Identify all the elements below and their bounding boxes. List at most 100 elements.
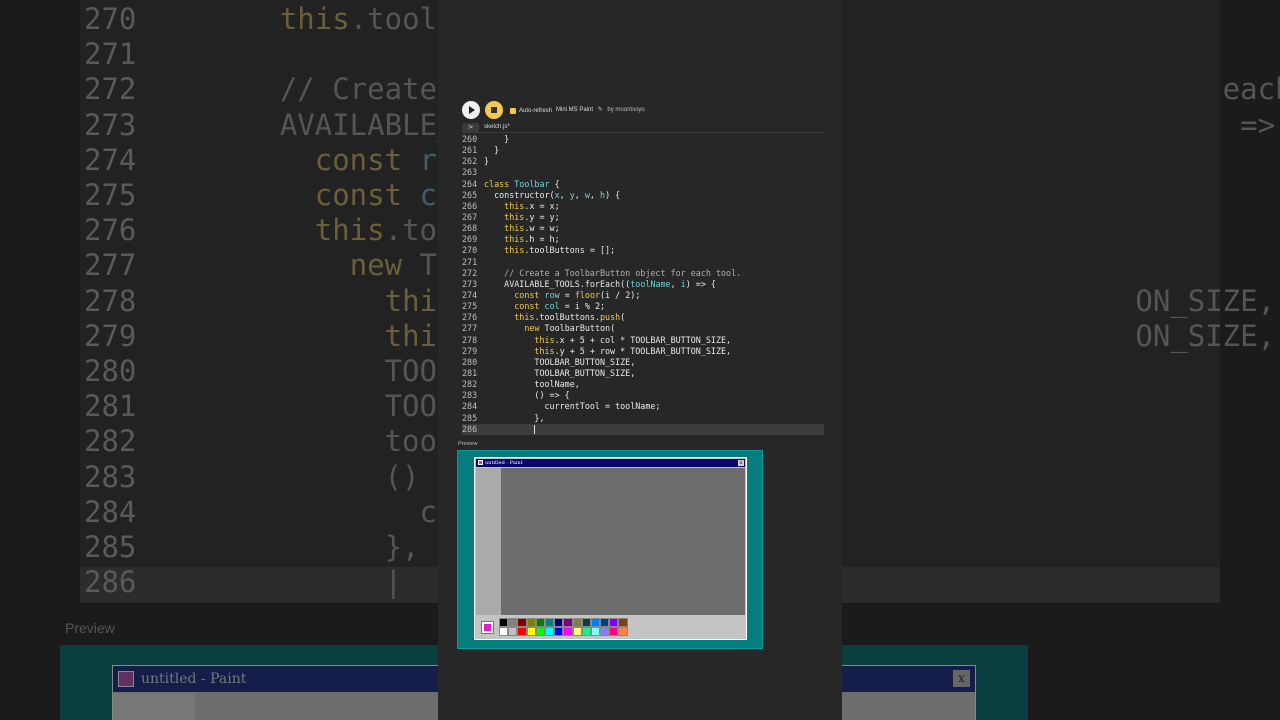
code-line[interactable]: 262} [462, 156, 824, 167]
play-button[interactable] [462, 101, 480, 119]
code-line[interactable]: 267 this.y = y; [462, 212, 824, 223]
color-swatch[interactable] [609, 626, 619, 636]
code-text: new ToolbarButton( [524, 323, 616, 334]
pencil-icon[interactable]: ✎ [598, 106, 603, 113]
color-swatch[interactable] [544, 626, 555, 636]
code-line[interactable]: 266 this.x = x; [462, 201, 824, 212]
sketch-author: by moontsoyo [607, 107, 645, 113]
color-swatch[interactable] [590, 618, 601, 627]
background-line-number: 271 [84, 37, 137, 72]
code-line[interactable]: 275 const col = i % 2; [462, 301, 824, 312]
color-swatch[interactable] [572, 618, 582, 627]
code-line[interactable]: 284 currentTool = toolName; [462, 401, 824, 412]
color-swatch[interactable] [609, 618, 619, 627]
auto-refresh-checkbox[interactable] [510, 108, 516, 114]
code-text: } [484, 156, 490, 167]
code-line[interactable]: 271 [462, 257, 824, 268]
color-swatch[interactable] [499, 626, 509, 636]
color-swatch[interactable] [526, 626, 536, 636]
code-line[interactable]: 264 class Toolbar { [462, 179, 824, 190]
line-number: 275 [462, 301, 478, 312]
code-line[interactable]: 285 }, [462, 413, 824, 424]
line-number: 285 [462, 412, 478, 423]
line-number: 265 [462, 189, 478, 200]
code-line[interactable]: 273 AVAILABLE_TOOLS.forEach((toolName, i… [462, 279, 824, 290]
code-line[interactable]: 282 toolName, [462, 379, 824, 390]
code-line[interactable]: 261 } [462, 145, 824, 156]
paint-titlebar[interactable]: untitled - Paint x [476, 459, 745, 467]
color-swatch[interactable] [600, 626, 610, 636]
code-text: class Toolbar { [484, 178, 560, 189]
color-swatch[interactable] [590, 626, 601, 636]
line-number: 284 [462, 401, 478, 412]
code-line[interactable]: 279 this.y + 5 + row * TOOLBAR_BUTTON_SI… [462, 346, 824, 357]
background-line-number: 274 [84, 142, 137, 177]
color-swatch[interactable] [563, 618, 573, 627]
paint-window[interactable]: untitled - Paint x [474, 457, 747, 640]
code-text: AVAILABLE_TOOLS.forEach((toolName, i) =>… [484, 278, 716, 289]
stop-button[interactable] [485, 101, 503, 119]
code-text: const row = floor(i / 2); [514, 289, 641, 300]
paint-toolbox[interactable] [476, 468, 501, 615]
color-swatch[interactable] [517, 618, 527, 627]
code-text: this.y + 5 + row * TOOLBAR_BUTTON_SIZE, [534, 345, 732, 356]
code-line[interactable]: 268 this.w = w; [462, 223, 824, 234]
code-line[interactable]: 286 [462, 423, 824, 435]
line-number: 281 [462, 367, 478, 378]
code-line[interactable]: 265 constructor(x, y, w, h) { [462, 190, 824, 201]
color-swatch[interactable] [544, 618, 555, 627]
color-swatch[interactable] [581, 618, 591, 627]
auto-refresh-label: Auto-refresh [519, 108, 553, 114]
sidebar-toggle-button[interactable]: > [462, 123, 479, 132]
line-number: 273 [462, 278, 478, 289]
color-swatch[interactable] [535, 618, 545, 627]
paint-drawing-canvas[interactable] [501, 468, 745, 615]
color-swatch[interactable] [554, 626, 564, 636]
background-line-number: 278 [84, 283, 137, 318]
code-line[interactable]: 280 TOOLBAR_BUTTON_SIZE, [462, 357, 824, 368]
color-swatch[interactable] [572, 626, 582, 636]
code-text: this.w = w; [504, 223, 560, 234]
color-swatch[interactable] [508, 626, 518, 636]
code-editor[interactable]: 260 } 261 } 262} 263 264 class Toolbar {265 c… [462, 134, 824, 438]
code-line[interactable]: 277 new ToolbarButton( [462, 323, 824, 334]
code-line[interactable]: 281 TOOLBAR_BUTTON_SIZE, [462, 368, 824, 379]
color-swatch[interactable] [563, 626, 573, 636]
code-line[interactable]: 283 () => { [462, 390, 824, 401]
code-line[interactable]: 276 this.toolButtons.push( [462, 312, 824, 323]
color-swatch[interactable] [600, 618, 610, 627]
line-number: 269 [462, 234, 478, 245]
code-line[interactable]: 270 this.toolButtons = []; [462, 245, 824, 256]
color-swatch[interactable] [499, 618, 509, 627]
line-number: 267 [462, 211, 478, 222]
line-number: 276 [462, 312, 478, 323]
line-number: 278 [462, 334, 478, 345]
code-text: this.toolButtons.push( [514, 312, 626, 323]
code-text: TOOLBAR_BUTTON_SIZE, [484, 356, 636, 367]
color-swatch[interactable] [517, 626, 527, 636]
auto-refresh-toggle[interactable]: Auto-refresh [510, 106, 552, 116]
color-swatch[interactable] [618, 618, 628, 627]
current-color-indicator [481, 621, 494, 634]
sketch-title[interactable]: Mini MS Paint ✎ by moontsoyo [556, 106, 645, 113]
color-swatch[interactable] [508, 618, 518, 627]
editor-panel: Auto-refresh Mini MS Paint ✎ by moontsoy… [438, 0, 842, 720]
color-swatch[interactable] [526, 618, 536, 627]
color-swatch[interactable] [535, 626, 545, 636]
preview-canvas[interactable]: untitled - Paint x [457, 450, 763, 649]
line-number: 286 [462, 423, 478, 434]
code-line[interactable]: 260 } [462, 134, 824, 145]
code-line[interactable]: 272 // Create a ToolbarButton object for… [462, 268, 824, 279]
tab-sketch-js[interactable]: sketch.js* [484, 123, 510, 132]
close-icon[interactable]: x [738, 460, 744, 466]
paint-app-icon [478, 460, 483, 465]
color-swatch[interactable] [618, 626, 628, 636]
code-line[interactable]: 263 [462, 167, 824, 178]
color-swatch[interactable] [554, 618, 564, 627]
code-line[interactable]: 269 this.h = h; [462, 234, 824, 245]
code-line[interactable]: 274 const row = floor(i / 2); [462, 290, 824, 301]
color-swatch[interactable] [581, 626, 591, 636]
text-cursor [534, 424, 536, 434]
background-line-number: 284 [84, 494, 137, 529]
code-line[interactable]: 278 this.x + 5 + col * TOOLBAR_BUTTON_SI… [462, 335, 824, 346]
